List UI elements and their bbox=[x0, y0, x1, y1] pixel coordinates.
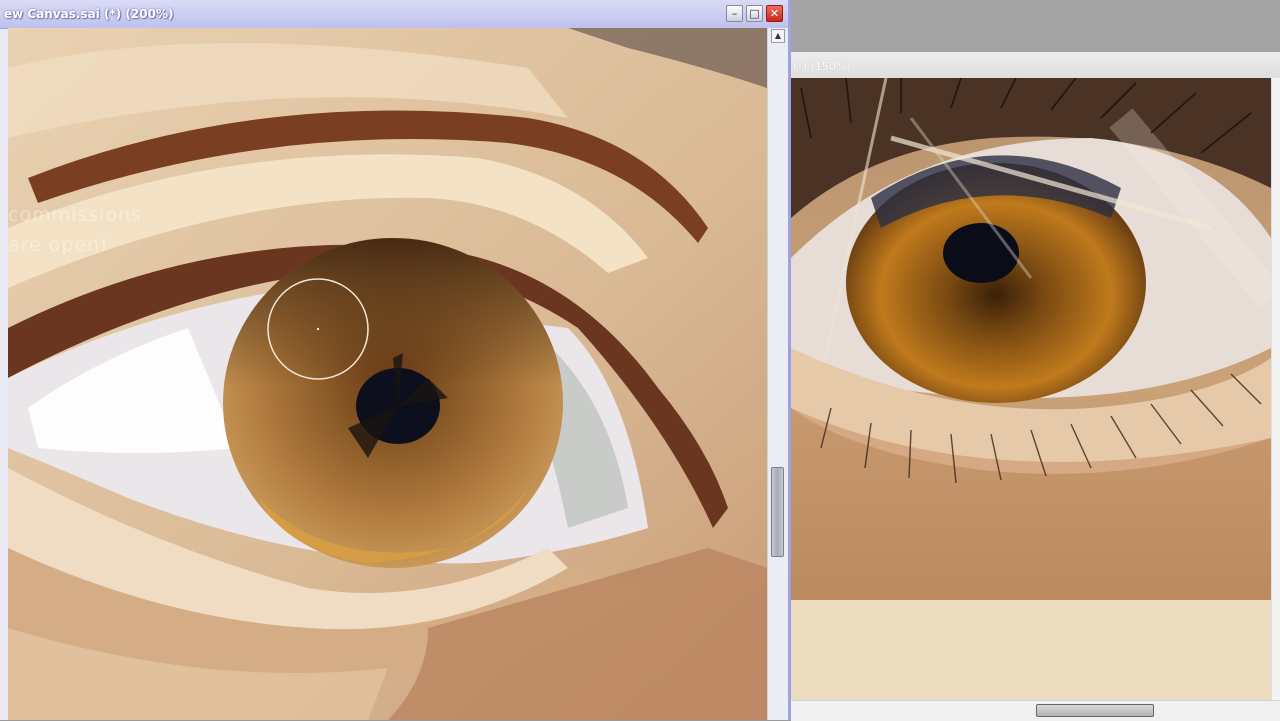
maximize-button[interactable]: □ bbox=[746, 5, 763, 22]
horizontal-scroll-thumb[interactable] bbox=[1036, 704, 1154, 717]
vertical-scrollbar[interactable]: ▲ bbox=[767, 28, 789, 720]
canvas-window: ew Canvas.sai (*) (200%) – □ ✕ commissio… bbox=[0, 0, 789, 720]
eye-painting bbox=[8, 28, 767, 720]
canvas-title: ew Canvas.sai (*) (200%) bbox=[4, 7, 174, 21]
minimize-button[interactable]: – bbox=[726, 5, 743, 22]
reference-horizontal-scrollbar[interactable] bbox=[791, 700, 1280, 721]
reference-title-bar[interactable]: (*) (150%) bbox=[791, 52, 1280, 78]
reference-toolbar-area bbox=[791, 0, 1280, 52]
reference-photo[interactable] bbox=[791, 78, 1271, 600]
watermark-line-2: are open! bbox=[8, 234, 109, 256]
scroll-thumb[interactable] bbox=[771, 467, 784, 557]
reference-vertical-scrollbar[interactable] bbox=[1271, 78, 1280, 700]
reference-window: (*) (150%) bbox=[791, 0, 1280, 721]
eye-photo bbox=[791, 78, 1271, 600]
canvas-title-bar[interactable]: ew Canvas.sai (*) (200%) – □ ✕ bbox=[0, 0, 788, 29]
watermark-line-1: commissions bbox=[8, 204, 143, 226]
painting-canvas[interactable]: commissions are open! bbox=[8, 28, 767, 720]
scroll-up-button[interactable]: ▲ bbox=[771, 29, 785, 43]
reference-title: (*) (150%) bbox=[793, 60, 851, 73]
close-button[interactable]: ✕ bbox=[766, 5, 783, 22]
